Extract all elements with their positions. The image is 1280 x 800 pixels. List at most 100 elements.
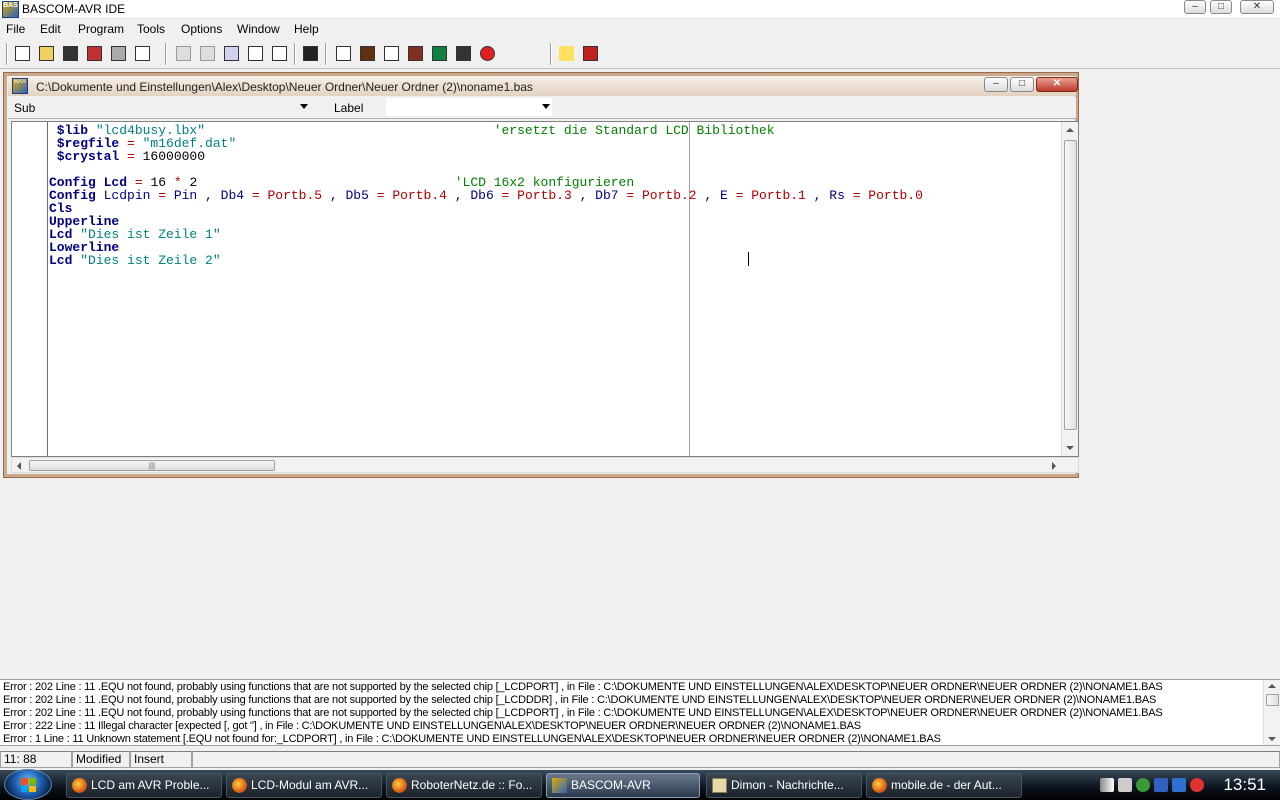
- code-token: Portb.0: [860, 188, 923, 203]
- code-token: , Rs: [805, 188, 853, 203]
- simulate-icon[interactable]: [404, 42, 426, 64]
- bascom-app-icon[interactable]: BAS: [2, 1, 19, 18]
- error-list-scrollbar[interactable]: [1263, 680, 1280, 745]
- scroll-thumb[interactable]: |||: [29, 460, 275, 471]
- syntax-check-icon[interactable]: [332, 42, 354, 64]
- minimize-button[interactable]: –: [1184, 0, 1206, 14]
- system-tray: 13:51: [1094, 773, 1280, 798]
- taskbar-item[interactable]: RoboterNetz.de :: Fo...: [386, 773, 542, 798]
- taskbar-item[interactable]: mobile.de - der Aut...: [866, 773, 1022, 798]
- editor-close-button[interactable]: ✕: [1036, 77, 1078, 92]
- menu-file[interactable]: File: [6, 22, 25, 36]
- error-row[interactable]: Error : 202 Line : 11 .EQU not found, pr…: [3, 694, 1156, 707]
- taskbar-item[interactable]: LCD-Modul am AVR...: [226, 773, 382, 798]
- new-file-icon[interactable]: [11, 42, 33, 64]
- scroll-down-icon[interactable]: [1268, 737, 1276, 741]
- error-row[interactable]: Error : 202 Line : 11 .EQU not found, pr…: [3, 681, 1163, 694]
- compile-chip-icon[interactable]: [356, 42, 378, 64]
- security-shield-icon[interactable]: [1190, 778, 1204, 792]
- menu-help[interactable]: Help: [294, 22, 319, 36]
- signal-strength-icon[interactable]: [1100, 778, 1114, 792]
- chevron-down-icon: [542, 104, 550, 109]
- code-editor[interactable]: $lib "lcd4busy.lbx" 'ersetzt die Standar…: [11, 121, 1079, 457]
- code-area[interactable]: $lib "lcd4busy.lbx" 'ersetzt die Standar…: [49, 122, 1061, 456]
- close-button[interactable]: ✕: [1240, 0, 1274, 14]
- sub-dropdown-label: Sub: [14, 101, 36, 115]
- print-preview-icon[interactable]: [131, 42, 153, 64]
- scroll-right-icon[interactable]: [1052, 462, 1056, 470]
- code-token: =: [127, 149, 135, 164]
- code-token: , E: [696, 188, 736, 203]
- code-token: Lcd: [49, 253, 81, 268]
- cursor-position: 11: 88: [0, 751, 72, 768]
- code-line[interactable]: $crystal = 16000000: [49, 150, 205, 163]
- firefox-icon: [872, 778, 887, 793]
- editor-vertical-scrollbar[interactable]: [1061, 122, 1078, 456]
- taskbar-item[interactable]: Dimon - Nachrichte...: [706, 773, 862, 798]
- help-icon[interactable]: [555, 42, 577, 64]
- menu-program[interactable]: Program: [78, 22, 124, 36]
- menu-window[interactable]: Window: [237, 22, 280, 36]
- code-line[interactable]: Config Lcdpin = Pin , Db4 = Portb.5 , Db…: [49, 189, 923, 202]
- editor-minimize-button[interactable]: –: [984, 77, 1008, 92]
- print-icon[interactable]: [107, 42, 129, 64]
- scroll-thumb[interactable]: [1266, 694, 1279, 706]
- exit-icon[interactable]: [579, 42, 601, 64]
- scroll-left-icon[interactable]: [17, 462, 21, 470]
- compile-report-icon[interactable]: [380, 42, 402, 64]
- cut-icon[interactable]: [172, 42, 194, 64]
- code-token: , Db7: [571, 188, 627, 203]
- paste-icon[interactable]: [220, 42, 242, 64]
- error-list[interactable]: Error : 202 Line : 11 .EQU not found, pr…: [0, 679, 1280, 746]
- scroll-up-icon[interactable]: [1066, 128, 1074, 132]
- open-folder-icon[interactable]: [35, 42, 57, 64]
- menu-tools[interactable]: Tools: [137, 22, 165, 36]
- code-line[interactable]: Lcd "Dies ist Zeile 2": [49, 254, 221, 267]
- save-icon[interactable]: [59, 42, 81, 64]
- label-dropdown[interactable]: [386, 98, 552, 116]
- unindent-icon[interactable]: [268, 42, 290, 64]
- save-as-icon[interactable]: [83, 42, 105, 64]
- indent-icon[interactable]: [244, 42, 266, 64]
- tray-app-icon[interactable]: [1154, 778, 1168, 792]
- taskbar-item[interactable]: LCD am AVR Proble...: [66, 773, 222, 798]
- terminal-icon[interactable]: [452, 42, 474, 64]
- windows-logo-icon: [21, 778, 36, 792]
- editor-file-path: C:\Dokumente und Einstellungen\Alex\Desk…: [36, 80, 533, 94]
- code-token: 'ersetzt die Standard LCD Bibliothek: [493, 123, 775, 138]
- menu-bar: File Edit Program Tools Options Window H…: [0, 19, 1280, 39]
- scroll-down-icon[interactable]: [1066, 446, 1074, 450]
- scroll-up-icon[interactable]: [1268, 684, 1276, 688]
- label-caption: Label: [334, 101, 364, 115]
- error-row[interactable]: Error : 222 Line : 11 Illegal character …: [3, 720, 861, 733]
- stop-icon[interactable]: [476, 42, 498, 64]
- editor-maximize-button[interactable]: □: [1010, 77, 1034, 92]
- clock[interactable]: 13:51: [1223, 775, 1266, 795]
- error-row[interactable]: Error : 1 Line : 11 Unknown statement [.…: [3, 733, 941, 746]
- toolbar-separator: [325, 43, 327, 65]
- document-icon[interactable]: BAS: [12, 78, 28, 94]
- copy-icon[interactable]: [196, 42, 218, 64]
- code-token: Pin , Db4: [166, 188, 252, 203]
- taskbar-item-active[interactable]: BASCOM-AVR: [546, 773, 700, 798]
- maximize-button[interactable]: □: [1210, 0, 1232, 14]
- volume-icon[interactable]: [1118, 778, 1132, 792]
- editor-horizontal-scrollbar[interactable]: |||: [11, 457, 1079, 473]
- scroll-thumb[interactable]: [1064, 140, 1077, 430]
- code-token: =: [852, 188, 861, 203]
- editor-window-title-bar[interactable]: BAS C:\Dokumente und Einstellungen\Alex\…: [8, 76, 1078, 96]
- code-token: , Db6: [446, 188, 502, 203]
- find-binoculars-icon[interactable]: [299, 42, 321, 64]
- toolbar-separator: [6, 43, 8, 65]
- menu-edit[interactable]: Edit: [40, 22, 61, 36]
- sub-dropdown[interactable]: Sub: [8, 98, 310, 116]
- start-button[interactable]: [4, 769, 52, 800]
- modified-indicator: Modified: [72, 751, 130, 768]
- network-icon[interactable]: [1136, 778, 1150, 792]
- line-gutter: [12, 122, 48, 456]
- program-chip-icon[interactable]: [428, 42, 450, 64]
- bascom-icon: [552, 778, 567, 793]
- error-row[interactable]: Error : 202 Line : 11 .EQU not found, pr…: [3, 707, 1163, 720]
- flag-icon[interactable]: [1172, 778, 1186, 792]
- menu-options[interactable]: Options: [181, 22, 222, 36]
